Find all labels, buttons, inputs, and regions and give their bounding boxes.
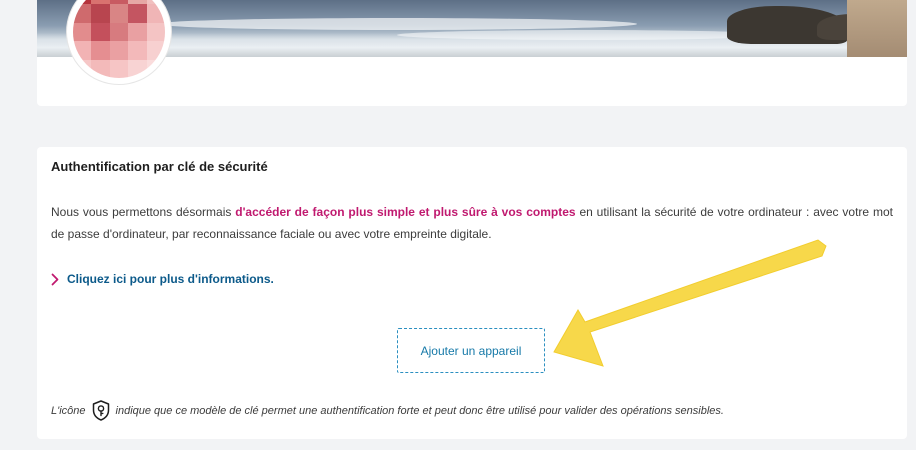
more-info-link-label[interactable]: Cliquez ici pour plus d'informations. bbox=[67, 272, 274, 286]
intro-text-start: Nous vous permettons désormais bbox=[51, 205, 236, 219]
intro-text-highlight: d'accéder de façon plus simple et plus s… bbox=[235, 205, 576, 219]
intro-text: Nous vous permettons désormais d'accéder… bbox=[51, 201, 893, 245]
security-key-card: Authentification par clé de sécurité Nou… bbox=[37, 147, 907, 439]
card-title: Authentification par clé de sécurité bbox=[51, 159, 268, 174]
more-info-link[interactable]: Cliquez ici pour plus d'informations. bbox=[51, 272, 274, 286]
avatar-image-pixelated bbox=[73, 0, 165, 78]
strong-auth-note: L'icône indique que ce modèle de clé per… bbox=[51, 400, 724, 421]
note-text-start: L'icône bbox=[51, 404, 86, 417]
chevron-right-icon bbox=[51, 273, 59, 285]
note-text-end: indique que ce modèle de clé permet une … bbox=[115, 404, 724, 417]
shield-key-icon bbox=[92, 400, 109, 421]
avatar[interactable] bbox=[67, 0, 171, 84]
profile-card bbox=[37, 0, 907, 106]
add-device-button[interactable]: Ajouter un appareil bbox=[397, 328, 545, 373]
